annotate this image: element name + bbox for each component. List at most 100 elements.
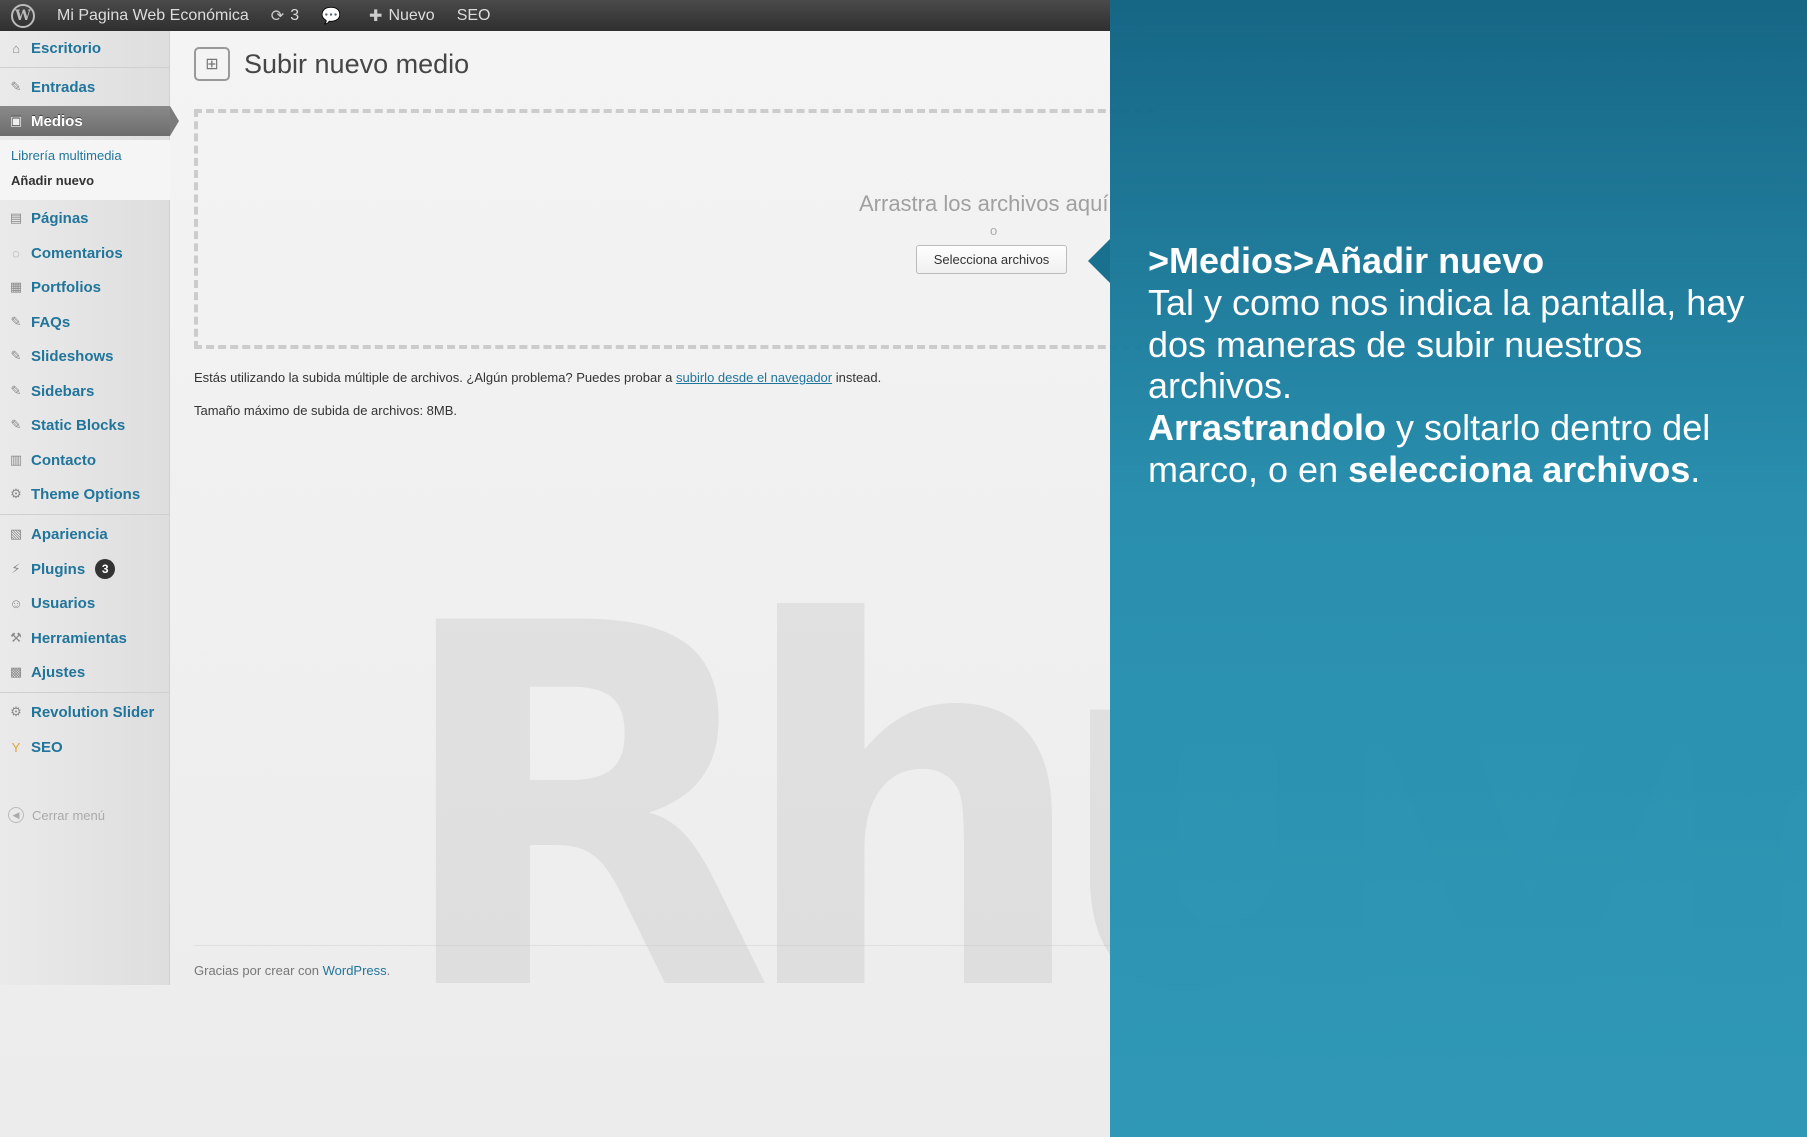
dashboard-icon: ⌂ xyxy=(12,40,20,56)
media-icon: ▣ xyxy=(9,113,23,128)
drop-instructions: Arrastra los archivos aquí xyxy=(859,191,1109,216)
sidebar-item-paginas[interactable]: ▤ Páginas xyxy=(0,203,170,233)
menu-separator xyxy=(0,514,170,515)
uploader-info-suffix: instead. xyxy=(832,370,882,385)
refresh-icon: ⟳ xyxy=(270,7,285,25)
users-icon: ☺ xyxy=(9,595,23,611)
menu-separator xyxy=(0,692,170,693)
uploader-info-text: Estás utilizando la subida múltiple de a… xyxy=(194,370,676,385)
sidebar-item-label: Theme Options xyxy=(31,485,141,503)
updates-link[interactable]: ⟳ 3 xyxy=(260,0,310,31)
sidebar-item-contacto[interactable]: ▥ Contacto xyxy=(0,445,170,475)
sidebar-item-label: FAQs xyxy=(31,313,71,331)
contact-icon: ▥ xyxy=(9,452,23,467)
callout-pointer-icon xyxy=(1088,239,1110,283)
sidebar-item-label: Escritorio xyxy=(31,39,102,57)
seo-label: SEO xyxy=(456,6,491,24)
collapse-label: Cerrar menú xyxy=(32,807,105,823)
wp-logo-menu[interactable]: W xyxy=(0,0,46,31)
pin-icon: ✎ xyxy=(10,348,22,363)
sidebar-item-label: Entradas xyxy=(31,78,96,96)
submenu-item-libreria[interactable]: Librería multimedia xyxy=(11,148,122,163)
medios-submenu: Librería multimedia Añadir nuevo xyxy=(0,140,170,200)
sidebar-item-label: Static Blocks xyxy=(31,416,126,434)
sidebar-item-label: Portfolios xyxy=(31,278,101,296)
portfolio-icon: ▦ xyxy=(9,279,23,294)
comment-icon: 💬 xyxy=(321,7,342,25)
footer-thanks: Gracias por crear con WordPress. xyxy=(194,963,390,978)
sidebar-item-label: Herramientas xyxy=(31,629,127,647)
pin-icon: ✎ xyxy=(10,417,22,432)
sidebar-item-comentarios[interactable]: ◌ Comentarios xyxy=(0,238,170,268)
sidebar-item-usuarios[interactable]: ☺ Usuarios xyxy=(0,588,170,618)
sidebar-item-apariencia[interactable]: ▧ Apariencia xyxy=(0,519,170,549)
sidebar-item-seo[interactable]: Y SEO xyxy=(0,732,170,762)
updates-count: 3 xyxy=(290,6,300,24)
appearance-icon: ▧ xyxy=(9,526,23,541)
footer-text: Gracias por crear con xyxy=(194,963,323,978)
submenu-item-anadir-nuevo[interactable]: Añadir nuevo xyxy=(11,173,94,188)
collapse-arrow-icon: ◀ xyxy=(8,807,24,823)
sidebar-item-portfolios[interactable]: ▦ Portfolios xyxy=(0,272,170,302)
sidebar-item-ajustes[interactable]: ▩ Ajustes xyxy=(0,657,170,687)
tools-icon: ⚒ xyxy=(10,630,22,645)
tutorial-overlay: >Medios>Añadir nuevo Tal y como nos indi… xyxy=(1088,0,1807,1137)
pin-icon: ✎ xyxy=(10,383,22,398)
sidebar-item-theme-options[interactable]: ⚙ Theme Options xyxy=(0,479,170,509)
callout-line1: Tal y como nos indica la pantalla, hay d… xyxy=(1148,281,1745,407)
comments-link[interactable]: 💬 xyxy=(310,0,358,31)
new-content-link[interactable]: ✚ Nuevo xyxy=(358,0,446,31)
wordpress-logo-icon: W xyxy=(11,3,35,28)
tutorial-callout: >Medios>Añadir nuevo Tal y como nos indi… xyxy=(1148,240,1788,491)
pin-icon: ✎ xyxy=(10,314,22,329)
plugins-update-badge: 3 xyxy=(95,559,116,579)
gear-icon: ⚙ xyxy=(10,704,22,719)
plus-icon: ✚ xyxy=(369,7,383,25)
gear-icon: ⚙ xyxy=(10,486,22,501)
sidebar-item-label: Slideshows xyxy=(31,347,114,365)
page-title: Subir nuevo medio xyxy=(244,49,470,79)
callout-end: . xyxy=(1690,448,1701,490)
sidebar-item-medios[interactable]: ▣ Medios xyxy=(0,106,179,136)
sidebar-item-label: Comentarios xyxy=(31,244,123,262)
sidebar-item-escritorio[interactable]: ⌂ Escritorio xyxy=(0,33,170,63)
browser-uploader-link[interactable]: subirlo desde el navegador xyxy=(676,370,832,385)
sidebar-item-label: SEO xyxy=(31,738,63,756)
sidebar-item-sidebars[interactable]: ✎ Sidebars xyxy=(0,376,170,406)
drop-or-text: o xyxy=(990,223,998,238)
seo-link[interactable]: SEO xyxy=(446,0,502,31)
sidebar-item-plugins[interactable]: ⚡ Plugins 3 xyxy=(0,554,170,584)
sidebar-item-static-blocks[interactable]: ✎ Static Blocks xyxy=(0,410,170,440)
comments-icon: ◌ xyxy=(12,245,20,261)
sidebar-item-faqs[interactable]: ✎ FAQs xyxy=(0,307,170,337)
pin-icon: ✎ xyxy=(10,79,22,94)
callout-bold-drag: Arrastrandolo xyxy=(1148,407,1387,448)
admin-sidebar: ⌂ Escritorio ✎ Entradas ▣ Medios Librerí… xyxy=(0,31,179,985)
sidebar-item-label: Apariencia xyxy=(31,525,108,543)
sidebar-item-slideshows[interactable]: ✎ Slideshows xyxy=(0,341,170,371)
seo-icon: Y xyxy=(11,739,21,755)
callout-title: >Medios>Añadir nuevo xyxy=(1148,240,1545,281)
plugin-icon: ⚡ xyxy=(11,561,21,576)
wordpress-link[interactable]: WordPress xyxy=(323,963,387,978)
footer-suffix: . xyxy=(386,963,391,978)
sidebar-item-revolution-slider[interactable]: ⚙ Revolution Slider xyxy=(0,697,170,727)
footer-separator xyxy=(194,945,1124,946)
sidebar-item-label: Revolution Slider xyxy=(31,703,155,721)
sidebar-item-entradas[interactable]: ✎ Entradas xyxy=(0,72,170,102)
sidebar-item-label: Contacto xyxy=(31,451,96,469)
main-content: ⊞ Subir nuevo medio Arrastra los archivo… xyxy=(170,31,1154,985)
collapse-menu-button[interactable]: ◀ Cerrar menú xyxy=(8,807,105,823)
sidebar-item-herramientas[interactable]: ⚒ Herramientas xyxy=(0,623,170,653)
new-label: Nuevo xyxy=(388,6,435,24)
sidebar-item-label: Usuarios xyxy=(31,594,96,612)
sidebar-item-label: Sidebars xyxy=(31,382,95,400)
drag-drop-area[interactable] xyxy=(194,109,1154,349)
sidebar-item-label: Medios xyxy=(31,112,83,130)
select-files-button[interactable]: Selecciona archivos xyxy=(916,245,1067,274)
callout-bold-select: selecciona archivos xyxy=(1348,448,1691,490)
site-name-link[interactable]: Mi Pagina Web Económica xyxy=(46,0,260,31)
uploader-info: Estás utilizando la subida múltiple de a… xyxy=(194,370,881,385)
site-name: Mi Pagina Web Económica xyxy=(57,6,249,24)
max-upload-size: Tamaño máximo de subida de archivos: 8MB… xyxy=(194,403,458,418)
